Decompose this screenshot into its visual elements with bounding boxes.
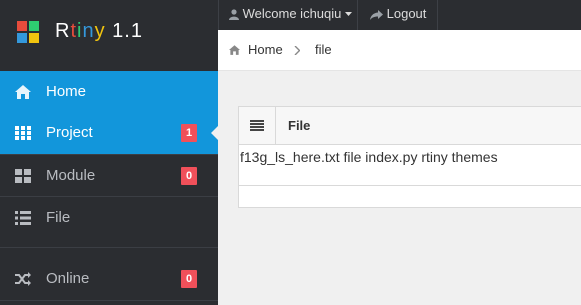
menu-icon[interactable] bbox=[250, 120, 264, 131]
divider bbox=[0, 300, 218, 301]
sidebar-item-label: Module bbox=[46, 167, 96, 184]
brand-letter: y bbox=[94, 20, 106, 42]
app-title: Rtiny 1.1 bbox=[55, 20, 143, 43]
sidebar-item-home[interactable]: Home bbox=[0, 71, 218, 113]
panel-body: f13g_ls_here.txt file index.py rtiny the… bbox=[239, 145, 581, 185]
sidebar-item-module[interactable]: Module 0 bbox=[0, 155, 218, 197]
count-badge: 1 bbox=[181, 124, 197, 142]
home-icon bbox=[229, 45, 240, 55]
breadcrumb-current: file bbox=[315, 42, 332, 57]
divider bbox=[218, 0, 219, 30]
top-navbar: Welcome ichuqiu Logout bbox=[218, 0, 581, 30]
brand-letter: R bbox=[55, 20, 71, 42]
logout-label: Logout bbox=[386, 6, 427, 21]
sidebar-item-label: Project bbox=[46, 124, 93, 141]
home-icon bbox=[15, 85, 31, 99]
welcome-label: Welcome ichuqiu bbox=[242, 6, 342, 21]
breadcrumb-home-link[interactable]: Home bbox=[248, 42, 283, 57]
brand: Rtiny 1.1 bbox=[0, 0, 218, 70]
user-menu-button[interactable]: Welcome ichuqiu bbox=[229, 0, 353, 30]
divider bbox=[357, 0, 358, 30]
sidebar-item-project[interactable]: Project 1 bbox=[0, 112, 218, 154]
file-list-text: f13g_ls_here.txt file index.py rtiny the… bbox=[240, 149, 498, 165]
sidebar-item-label: Home bbox=[46, 83, 87, 100]
logo-icon bbox=[17, 21, 39, 43]
brand-letter: n bbox=[82, 20, 95, 42]
logout-button[interactable]: Logout bbox=[370, 0, 426, 30]
count-badge: 0 bbox=[181, 167, 197, 185]
sidebar-item-online[interactable]: Online 0 bbox=[0, 258, 218, 300]
divider bbox=[275, 107, 276, 144]
user-icon bbox=[229, 9, 239, 21]
blocks-icon bbox=[15, 169, 31, 183]
chevron-right-icon bbox=[294, 46, 300, 55]
sidebar-item-label: File bbox=[46, 209, 71, 226]
sidebar-item-file[interactable]: File bbox=[0, 197, 218, 239]
shuffle-icon bbox=[15, 272, 31, 286]
count-badge: 0 bbox=[181, 270, 197, 288]
app-version: 1.1 bbox=[112, 20, 143, 42]
list-icon bbox=[15, 211, 31, 225]
divider bbox=[239, 185, 581, 186]
grid-icon bbox=[15, 126, 31, 140]
divider bbox=[0, 247, 218, 248]
share-icon bbox=[370, 9, 383, 20]
caret-down-icon bbox=[345, 12, 353, 17]
breadcrumb: Home file bbox=[218, 30, 581, 71]
divider bbox=[437, 0, 438, 30]
file-panel: File f13g_ls_here.txt file index.py rtin… bbox=[238, 106, 581, 208]
panel-header: File bbox=[239, 107, 581, 145]
active-caret bbox=[211, 126, 218, 140]
sidebar: Rtiny 1.1 Home Project 1 Module 0 File O… bbox=[0, 0, 218, 305]
sidebar-item-label: Online bbox=[46, 270, 90, 287]
panel-title: File bbox=[288, 118, 311, 133]
